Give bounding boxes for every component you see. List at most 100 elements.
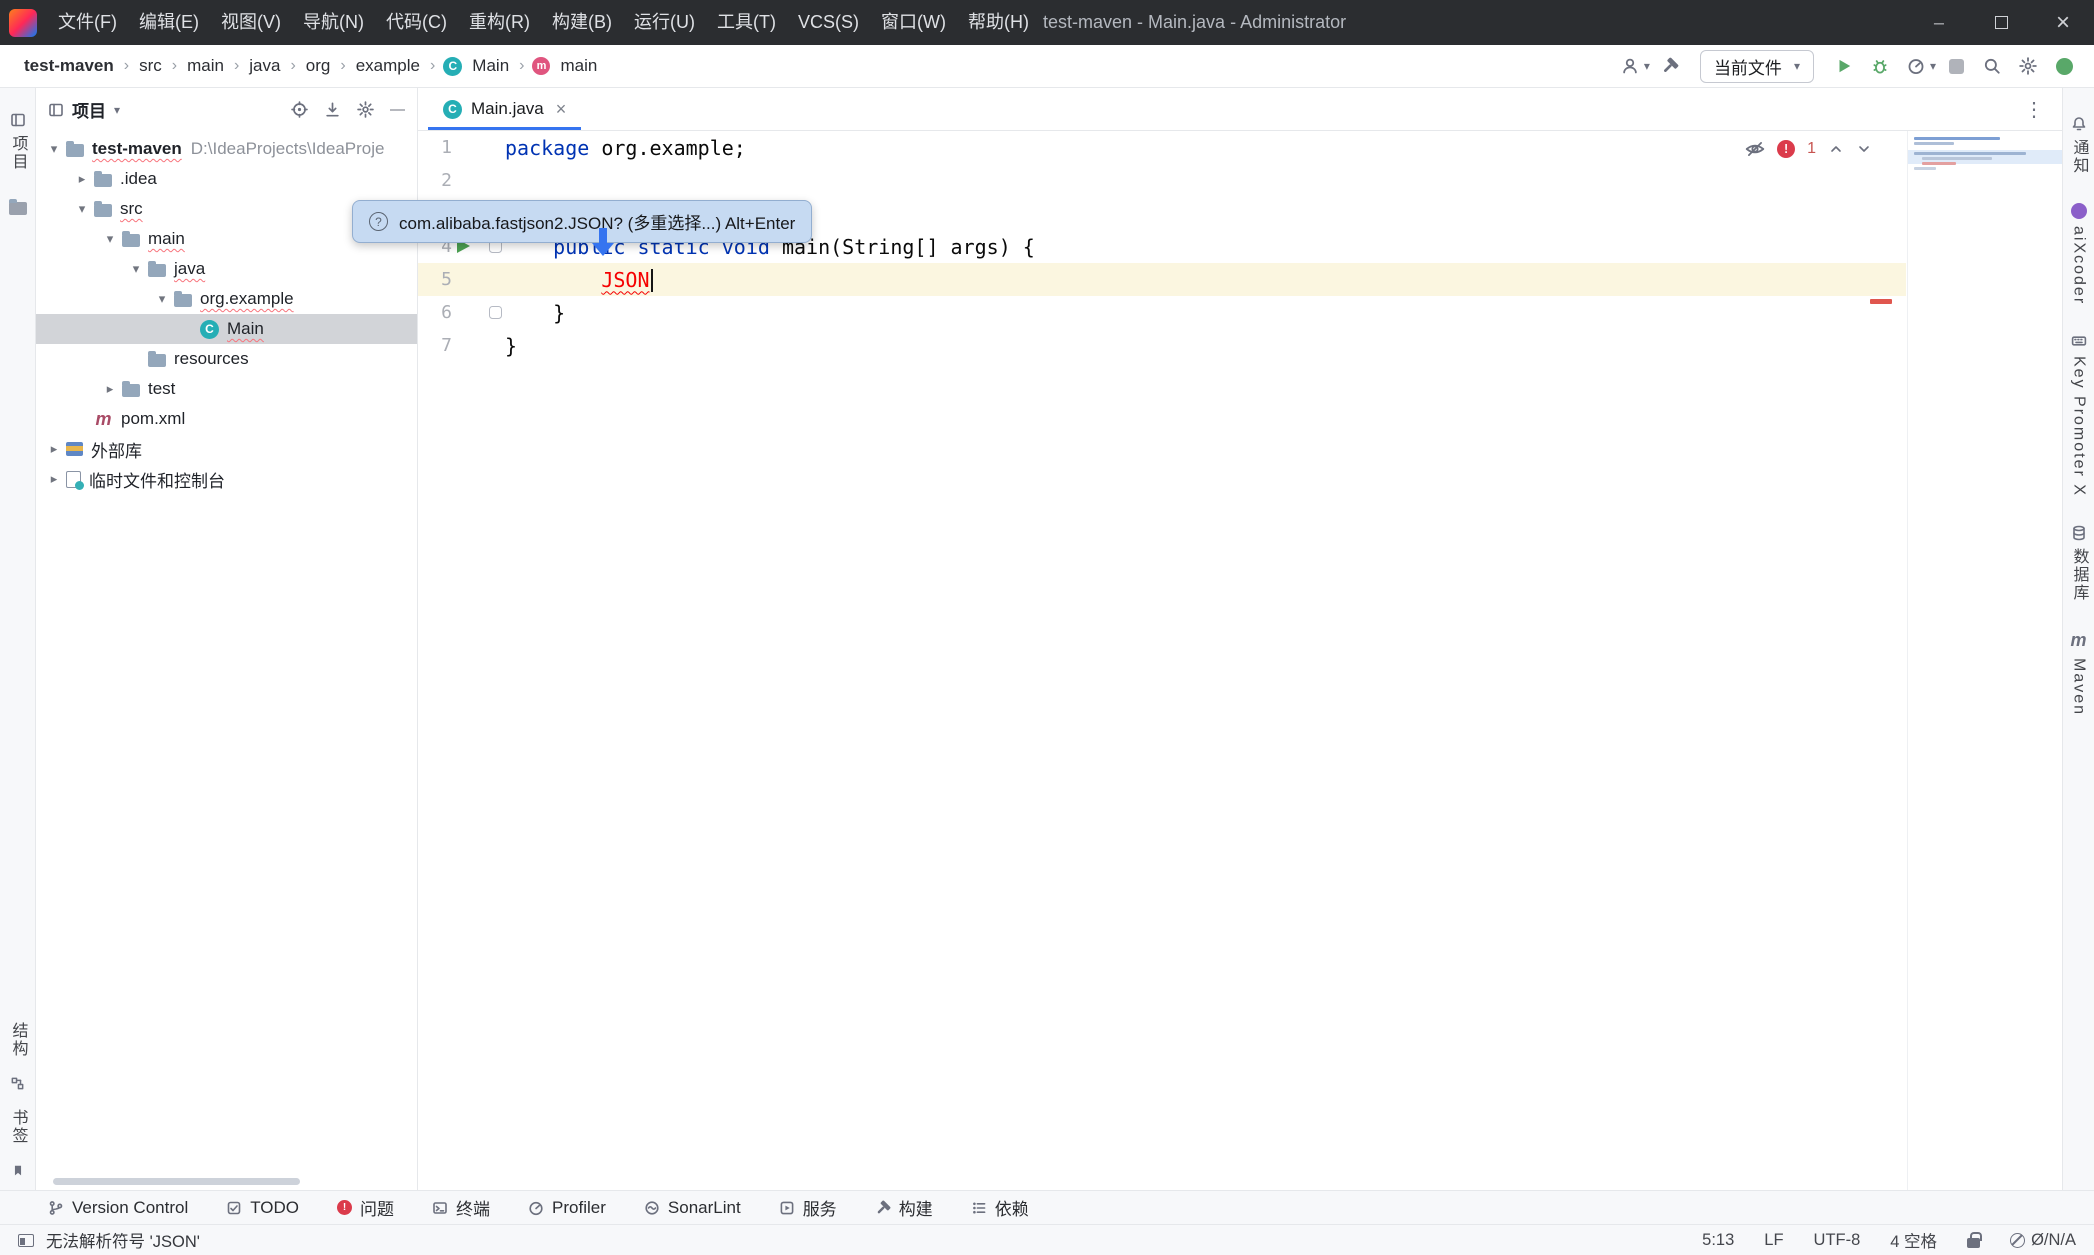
build-hammer-icon[interactable] — [1654, 50, 1686, 82]
chevron-down-icon[interactable] — [1644, 59, 1650, 73]
run-button[interactable] — [1828, 50, 1860, 82]
menu-vcs[interactable]: VCS(S) — [787, 0, 870, 45]
chevron-collapsed-icon[interactable] — [98, 381, 122, 397]
previous-error-icon[interactable] — [1828, 141, 1844, 157]
tool-button-database[interactable]: 数据库 — [2067, 525, 2091, 602]
chevron-expanded-icon[interactable] — [70, 201, 94, 217]
close-button[interactable] — [2032, 0, 2094, 45]
settings-button[interactable] — [2012, 50, 2044, 82]
toolbar-sonarlint[interactable]: SonarLint — [644, 1198, 741, 1218]
breadcrumb-example[interactable]: example — [354, 54, 422, 78]
tool-button-structure[interactable]: 结构 — [6, 1022, 30, 1058]
memory-indicator[interactable]: Ø/N/A — [2010, 1231, 2076, 1250]
tree-item-pom-xml[interactable]: pom.xml — [36, 404, 417, 434]
tab-options-icon[interactable] — [2024, 97, 2044, 122]
chevron-expanded-icon[interactable] — [42, 141, 66, 157]
toolbar-build[interactable]: 构建 — [875, 1195, 933, 1220]
breadcrumb-java[interactable]: java — [247, 54, 282, 78]
menu-view[interactable]: 视图(V) — [210, 0, 292, 45]
gutter-mark-icon[interactable] — [489, 306, 502, 319]
chevron-down-icon[interactable] — [114, 103, 120, 117]
breadcrumb-main-class[interactable]: Main — [470, 54, 511, 78]
breadcrumb-test-maven[interactable]: test-maven — [22, 54, 116, 78]
breadcrumb-main-method[interactable]: main — [558, 54, 599, 78]
menu-code[interactable]: 代码(C) — [375, 0, 458, 45]
menu-window[interactable]: 窗口(W) — [870, 0, 957, 45]
tree-item-test[interactable]: test — [36, 374, 417, 404]
menu-navigate[interactable]: 导航(N) — [292, 0, 375, 45]
hide-panel-icon[interactable] — [390, 101, 405, 119]
menu-file[interactable]: 文件(F) — [47, 0, 128, 45]
horizontal-scrollbar[interactable] — [53, 1178, 300, 1185]
breadcrumb-main-dir[interactable]: main — [185, 54, 226, 78]
structure-icon[interactable] — [10, 1076, 25, 1091]
chevron-collapsed-icon[interactable] — [70, 171, 94, 187]
tool-button-folder[interactable] — [9, 199, 27, 215]
project-panel-title[interactable]: 项目 — [72, 97, 106, 122]
gutter[interactable] — [452, 164, 505, 197]
minimap[interactable] — [1907, 131, 2062, 1190]
collapse-all-icon[interactable] — [324, 101, 341, 118]
code-editor[interactable]: 1 package org.example; 2 3 public class … — [418, 131, 2062, 1190]
tool-button-project[interactable]: 项目 — [6, 112, 30, 171]
menu-tools[interactable]: 工具(T) — [706, 0, 787, 45]
gear-icon[interactable] — [357, 101, 374, 118]
breadcrumb-src[interactable]: src — [137, 54, 164, 78]
gutter[interactable] — [452, 329, 505, 362]
toolbar-dependencies[interactable]: 依赖 — [971, 1195, 1029, 1220]
toolbar-terminal[interactable]: 终端 — [432, 1195, 490, 1220]
bookmark-icon[interactable] — [11, 1163, 25, 1178]
toolbar-todo[interactable]: TODO — [226, 1198, 299, 1218]
tool-button-aixcoder[interactable]: aiXcoder — [2070, 203, 2088, 305]
tree-item-resources[interactable]: resources — [36, 344, 417, 374]
toolbar-version-control[interactable]: Version Control — [48, 1198, 188, 1218]
menu-build[interactable]: 构建(B) — [541, 0, 623, 45]
menu-edit[interactable]: 编辑(E) — [128, 0, 210, 45]
tab-close-icon[interactable] — [556, 99, 567, 120]
error-stripe-mark[interactable] — [1870, 299, 1892, 304]
tree-item-main-class[interactable]: Main — [36, 314, 417, 344]
menu-refactor[interactable]: 重构(R) — [458, 0, 541, 45]
menu-run[interactable]: 运行(U) — [623, 0, 706, 45]
tool-button-notifications[interactable]: 通知 — [2067, 116, 2091, 175]
tool-button-maven[interactable]: Maven — [2069, 630, 2088, 716]
tree-item-scratches[interactable]: 临时文件和控制台 — [36, 464, 417, 494]
breadcrumb-org[interactable]: org — [304, 54, 333, 78]
gutter[interactable] — [452, 131, 505, 164]
locate-file-icon[interactable] — [291, 101, 308, 118]
tab-main-java[interactable]: Main.java — [428, 88, 581, 130]
toolbar-problems[interactable]: 问题 — [337, 1195, 394, 1220]
next-error-icon[interactable] — [1856, 141, 1872, 157]
plugin-status-icon[interactable] — [2048, 50, 2080, 82]
minimize-button[interactable] — [1908, 0, 1970, 45]
tree-item-external-libraries[interactable]: 外部库 — [36, 434, 417, 464]
chevron-collapsed-icon[interactable] — [42, 471, 66, 487]
search-everywhere-button[interactable] — [1976, 50, 2008, 82]
tree-item-org-example[interactable]: org.example — [36, 284, 417, 314]
caret-position[interactable]: 5:13 — [1702, 1231, 1734, 1250]
indent-style[interactable]: 4 空格 — [1890, 1228, 1937, 1252]
chevron-expanded-icon[interactable] — [124, 261, 148, 277]
profiler-button[interactable] — [1900, 50, 1932, 82]
tree-item-idea[interactable]: .idea — [36, 164, 417, 194]
line-separator[interactable]: LF — [1764, 1231, 1783, 1250]
tree-item-test-maven[interactable]: test-maven D:\IdeaProjects\IdeaProje — [36, 134, 417, 164]
run-config-select[interactable]: 当前文件 — [1700, 50, 1814, 83]
toolbar-profiler[interactable]: Profiler — [528, 1198, 606, 1218]
debug-button[interactable] — [1864, 50, 1896, 82]
gutter[interactable] — [452, 296, 505, 329]
chevron-down-icon[interactable] — [1930, 59, 1936, 73]
layout-icon[interactable] — [18, 1234, 34, 1247]
code-with-me-icon[interactable] — [1614, 50, 1646, 82]
chevron-expanded-icon[interactable] — [150, 291, 174, 307]
gutter[interactable] — [452, 263, 505, 296]
tool-button-bookmarks[interactable]: 书签 — [6, 1109, 30, 1145]
highlighting-off-icon[interactable] — [1745, 139, 1765, 159]
chevron-expanded-icon[interactable] — [98, 231, 122, 247]
maximize-button[interactable] — [1970, 0, 2032, 45]
chevron-collapsed-icon[interactable] — [42, 441, 66, 457]
import-suggestion-popup[interactable]: com.alibaba.fastjson2.JSON? (多重选择...) Al… — [352, 200, 812, 243]
toolbar-services[interactable]: 服务 — [779, 1195, 837, 1220]
menu-help[interactable]: 帮助(H) — [957, 0, 1040, 45]
tool-button-key-promoter[interactable]: Key Promoter X — [2070, 333, 2088, 497]
